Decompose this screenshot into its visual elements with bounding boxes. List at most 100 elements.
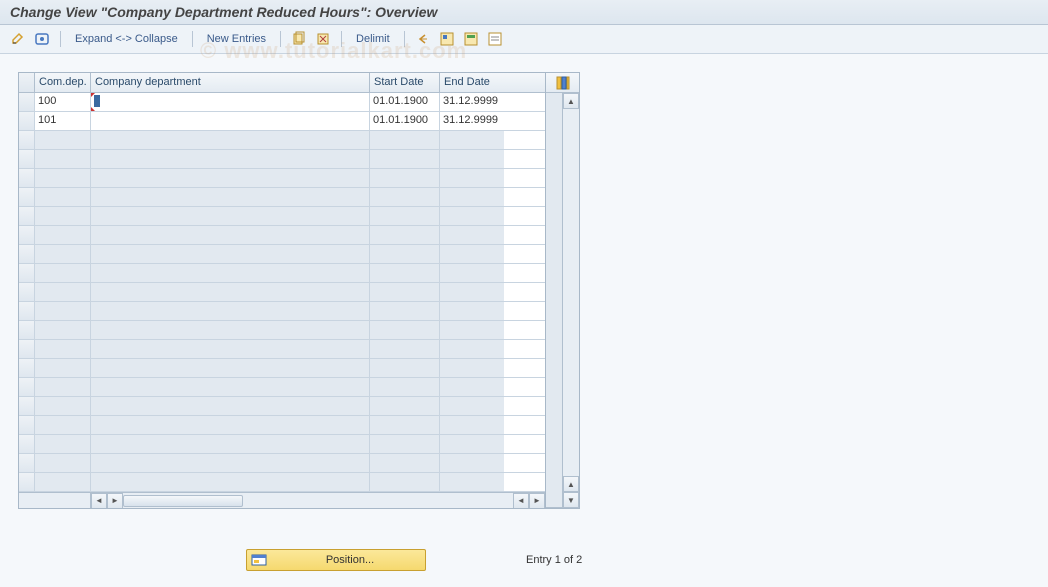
cell-empty[interactable] — [35, 283, 91, 301]
row-selector[interactable] — [19, 264, 35, 282]
cell-empty[interactable] — [370, 245, 440, 263]
scroll-right-button[interactable]: ► — [107, 493, 123, 509]
cell-company-department[interactable] — [91, 112, 370, 130]
cell-empty[interactable] — [370, 264, 440, 282]
cell-empty[interactable] — [35, 359, 91, 377]
vscroll-track[interactable] — [563, 109, 579, 492]
cell-empty[interactable] — [35, 378, 91, 396]
cell-empty[interactable] — [91, 188, 370, 206]
cell-empty[interactable] — [440, 435, 504, 453]
cell-empty[interactable] — [35, 207, 91, 225]
cell-empty[interactable] — [91, 283, 370, 301]
cell-empty[interactable] — [370, 169, 440, 187]
cell-empty[interactable] — [440, 150, 504, 168]
delimit-button[interactable]: Delimit — [352, 33, 394, 45]
cell-comdep[interactable]: 101 — [35, 112, 91, 130]
row-selector[interactable] — [19, 321, 35, 339]
cell-comdep[interactable]: 100 — [35, 93, 91, 111]
cell-empty[interactable] — [370, 359, 440, 377]
cell-empty[interactable] — [440, 321, 504, 339]
cell-empty[interactable] — [370, 435, 440, 453]
expand-collapse-button[interactable]: Expand <-> Collapse — [71, 33, 182, 45]
scroll-down-button[interactable]: ▼ — [563, 492, 579, 508]
cell-empty[interactable] — [91, 150, 370, 168]
cell-start-date[interactable]: 01.01.1900 — [370, 93, 440, 111]
cell-empty[interactable] — [35, 245, 91, 263]
row-selector[interactable] — [19, 112, 35, 130]
row-selector[interactable] — [19, 283, 35, 301]
cell-empty[interactable] — [440, 283, 504, 301]
cell-empty[interactable] — [440, 454, 504, 472]
cell-empty[interactable] — [35, 131, 91, 149]
row-selector[interactable] — [19, 188, 35, 206]
cell-empty[interactable] — [370, 226, 440, 244]
row-selector[interactable] — [19, 359, 35, 377]
cell-empty[interactable] — [440, 188, 504, 206]
toggle-edit-icon[interactable] — [10, 31, 26, 47]
cell-empty[interactable] — [91, 245, 370, 263]
cell-empty[interactable] — [35, 226, 91, 244]
cell-empty[interactable] — [370, 340, 440, 358]
cell-empty[interactable] — [91, 340, 370, 358]
row-selector[interactable] — [19, 340, 35, 358]
row-selector[interactable] — [19, 207, 35, 225]
cell-empty[interactable] — [370, 378, 440, 396]
cell-empty[interactable] — [370, 454, 440, 472]
cell-empty[interactable] — [35, 169, 91, 187]
scroll-right-end-button[interactable]: ► — [529, 493, 545, 509]
cell-empty[interactable] — [370, 283, 440, 301]
row-selector[interactable] — [19, 378, 35, 396]
cell-empty[interactable] — [35, 397, 91, 415]
cell-empty[interactable] — [440, 416, 504, 434]
cell-empty[interactable] — [440, 340, 504, 358]
cell-empty[interactable] — [440, 207, 504, 225]
cell-empty[interactable] — [440, 226, 504, 244]
cell-empty[interactable] — [35, 435, 91, 453]
row-selector[interactable] — [19, 454, 35, 472]
row-selector[interactable] — [19, 302, 35, 320]
delete-icon[interactable] — [315, 31, 331, 47]
column-header-comdep[interactable]: Com.dep. — [35, 73, 91, 92]
cell-empty[interactable] — [370, 416, 440, 434]
cell-empty[interactable] — [91, 321, 370, 339]
configure-columns-icon[interactable] — [546, 73, 579, 93]
column-header-start-date[interactable]: Start Date — [370, 73, 440, 92]
cell-empty[interactable] — [440, 378, 504, 396]
cell-start-date[interactable]: 01.01.1900 — [370, 112, 440, 130]
column-selector[interactable] — [19, 73, 35, 92]
cell-empty[interactable] — [91, 359, 370, 377]
position-button[interactable]: Position... — [246, 549, 426, 571]
cell-empty[interactable] — [91, 416, 370, 434]
select-all-icon[interactable] — [439, 31, 455, 47]
row-selector[interactable] — [19, 169, 35, 187]
scroll-left-end-button[interactable]: ◄ — [513, 493, 529, 509]
cell-empty[interactable] — [370, 207, 440, 225]
cell-empty[interactable] — [35, 416, 91, 434]
scroll-left-button[interactable]: ◄ — [91, 493, 107, 509]
cell-empty[interactable] — [440, 264, 504, 282]
cell-empty[interactable] — [91, 264, 370, 282]
cell-empty[interactable] — [370, 473, 440, 491]
hscroll-thumb[interactable] — [123, 495, 243, 507]
cell-empty[interactable] — [370, 321, 440, 339]
cell-empty[interactable] — [35, 150, 91, 168]
row-selector[interactable] — [19, 131, 35, 149]
row-selector[interactable] — [19, 150, 35, 168]
undo-icon[interactable] — [415, 31, 431, 47]
cell-empty[interactable] — [370, 302, 440, 320]
cell-empty[interactable] — [440, 397, 504, 415]
cell-empty[interactable] — [370, 131, 440, 149]
row-selector[interactable] — [19, 416, 35, 434]
cell-empty[interactable] — [91, 378, 370, 396]
cell-company-department[interactable] — [91, 93, 370, 111]
row-selector[interactable] — [19, 226, 35, 244]
cell-empty[interactable] — [91, 131, 370, 149]
row-selector[interactable] — [19, 435, 35, 453]
cell-empty[interactable] — [35, 264, 91, 282]
hscroll-track[interactable] — [123, 494, 513, 508]
cell-empty[interactable] — [370, 188, 440, 206]
cell-empty[interactable] — [440, 245, 504, 263]
cell-empty[interactable] — [35, 473, 91, 491]
cell-empty[interactable] — [35, 188, 91, 206]
other-view-icon[interactable] — [34, 31, 50, 47]
